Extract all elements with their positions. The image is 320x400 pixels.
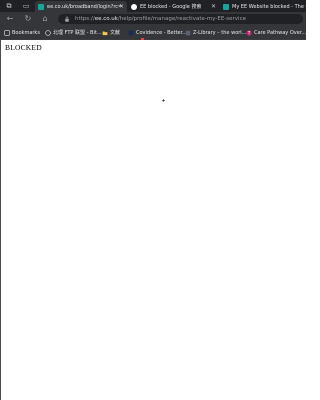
mouse-cursor-icon (162, 99, 165, 102)
tab-title: EE blocked - Google 搜索 (140, 4, 202, 10)
close-icon[interactable]: ✕ (211, 2, 216, 11)
bookmarks-bar: Bookmarks 北理 FTP 联盟 - Bit... 文献 Covidenc… (0, 26, 306, 40)
tab-strip: ⧉ ▭ ee.co.uk/broadband/login?rc= ✕ EE bl… (0, 0, 306, 12)
browser-toolbar: ← ↻ ⌂ https://ee.co.uk/help/profile/mana… (0, 12, 306, 26)
svg-text:T: T (247, 30, 251, 35)
bookmark-label: Bookmarks (12, 29, 40, 36)
reload-icon[interactable]: ↻ (23, 14, 33, 24)
bookmark-label: Care Pathway Over... (254, 29, 307, 36)
bookmark-item-papers[interactable]: 文献 (102, 28, 120, 37)
bookmark-item-bookmarks[interactable]: Bookmarks (4, 28, 40, 37)
tab-search-icon[interactable]: ▭ (21, 1, 31, 11)
bookmark-item-ftp[interactable]: 北理 FTP 联盟 - Bit... (45, 28, 102, 37)
tab-title: My EE Website blocked - The C (232, 3, 306, 10)
ee-icon (38, 3, 44, 10)
url-domain: ee.co.uk (94, 16, 118, 22)
home-icon[interactable]: ⌂ (40, 14, 50, 24)
bookmark-label: Covidence - Better... (136, 29, 187, 36)
google-icon (131, 3, 137, 10)
t-icon: T (246, 29, 252, 36)
bookmark-icon (4, 29, 10, 36)
link-icon (45, 29, 51, 36)
bookmark-item-covidence[interactable]: Covidence - Better... (128, 28, 187, 37)
bookmark-label: 北理 FTP 联盟 - Bit... (53, 30, 102, 36)
tab-title: ee.co.uk/broadband/login?rc= (47, 3, 123, 10)
ee-icon (223, 3, 229, 10)
url-path: /help/profile/manage/reactivate-my-EE-se… (117, 16, 246, 22)
tab-google-search[interactable]: EE blocked - Google 搜索 ✕ (128, 1, 219, 12)
address-bar[interactable]: https://ee.co.uk/help/profile/manage/rea… (58, 14, 303, 24)
zlib-icon (185, 30, 191, 35)
tab-actions-icon[interactable]: ⧉ (4, 1, 14, 11)
bookmark-label: 文献 (110, 30, 121, 36)
url-prefix: https:// (75, 16, 95, 22)
covidence-icon (128, 30, 134, 35)
window-border (0, 40, 1, 400)
site-info-icon[interactable] (64, 16, 70, 22)
tab-my-ee-blocked[interactable]: My EE Website blocked - The C (220, 1, 306, 12)
url-text[interactable]: https://ee.co.uk/help/profile/manage/rea… (75, 15, 246, 23)
back-icon[interactable]: ← (5, 14, 15, 24)
page-content: BLOCKED (0, 40, 306, 400)
close-icon[interactable]: ✕ (119, 2, 124, 11)
tab-ee-broadband[interactable]: ee.co.uk/broadband/login?rc= ✕ (35, 1, 127, 12)
bookmark-item-care-pathway[interactable]: T Care Pathway Over... (246, 28, 306, 37)
bookmark-label: Z-Library – the worl... (193, 29, 247, 36)
bookmark-item-zlibrary[interactable]: Z-Library – the worl... (185, 28, 246, 37)
folder-icon (102, 31, 108, 35)
blocked-message: BLOCKED (5, 43, 42, 52)
